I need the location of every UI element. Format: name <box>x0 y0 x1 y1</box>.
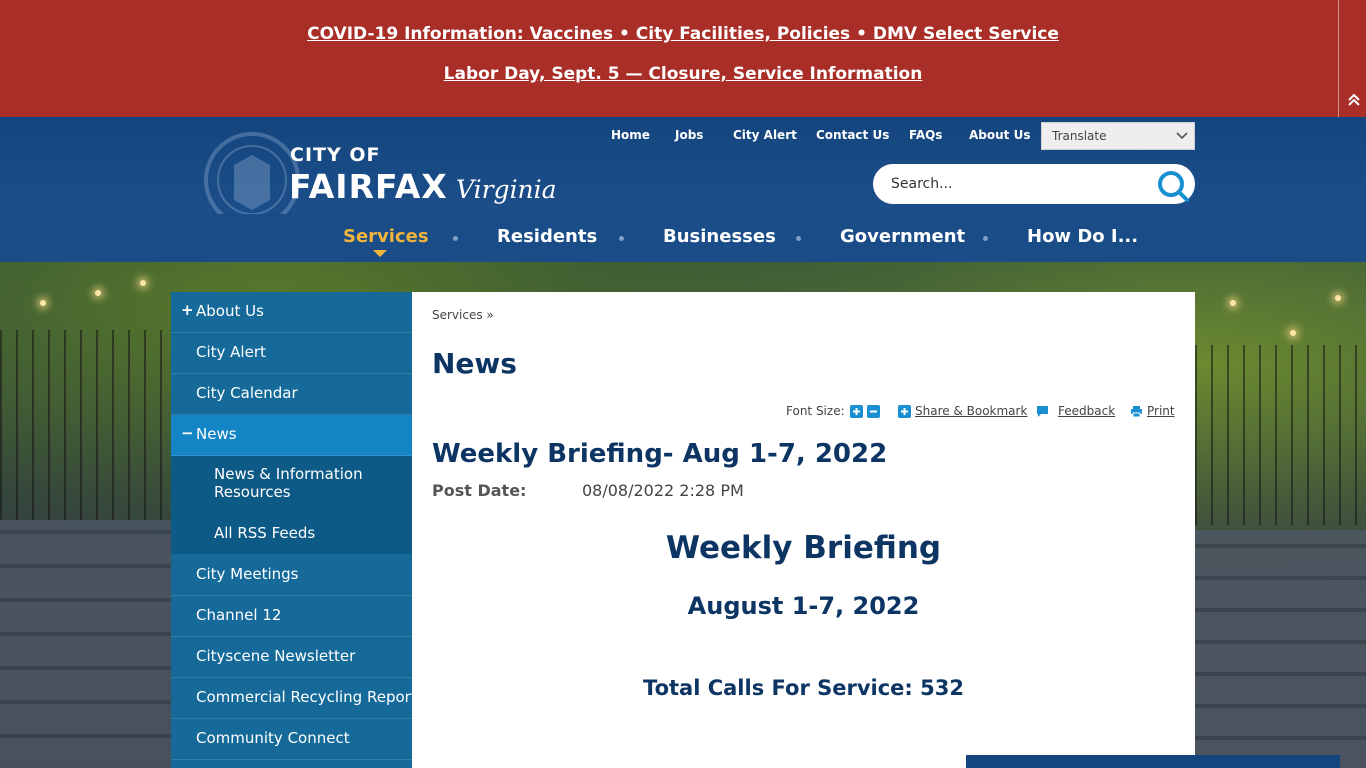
article-title: Weekly Briefing- Aug 1-7, 2022 <box>432 439 888 469</box>
side-nav-city-meetings[interactable]: City Meetings <box>171 555 412 596</box>
feedback-link[interactable]: Feedback <box>1058 404 1115 418</box>
side-nav-label: City Meetings <box>196 565 299 583</box>
side-nav-label: About Us <box>196 302 264 320</box>
share-plus-icon <box>898 405 911 418</box>
main-nav: Services Residents Businesses Government… <box>0 214 1366 262</box>
side-nav-city-alert[interactable]: City Alert <box>171 333 412 374</box>
double-chevron-up-icon <box>1348 93 1360 106</box>
print-link[interactable]: Print <box>1147 404 1175 418</box>
background-fence <box>0 330 171 520</box>
search-input[interactable] <box>891 174 1141 194</box>
side-nav: + About Us City Alert City Calendar − Ne… <box>171 292 417 768</box>
side-nav-sub-label-line2: Resources <box>214 483 291 501</box>
post-date-label: Post Date: <box>432 481 527 500</box>
string-light <box>1230 300 1236 306</box>
side-nav-all-rss-feeds[interactable]: All RSS Feeds <box>171 514 412 554</box>
side-nav-news[interactable]: − News <box>171 415 412 456</box>
page-title: News <box>432 347 517 380</box>
logo-virginia[interactable]: Virginia <box>456 175 557 204</box>
side-nav-news-info-resources[interactable]: News & Information Resources <box>171 456 412 514</box>
side-nav-label: Community Connect <box>196 729 350 747</box>
feedback-icon <box>1037 406 1048 417</box>
search-box <box>873 164 1195 204</box>
side-nav-channel-12[interactable]: Channel 12 <box>171 596 412 637</box>
background-stone-wall <box>1195 530 1366 768</box>
share-bookmark-link[interactable]: Share & Bookmark <box>915 404 1027 418</box>
main-nav-residents[interactable]: Residents <box>497 226 597 247</box>
side-nav-about-us[interactable]: + About Us <box>171 292 412 333</box>
top-nav-faqs[interactable]: FAQs <box>909 128 942 142</box>
alert-banner: COVID-19 Information: Vaccines • City Fa… <box>0 0 1366 117</box>
briefing-heading: Weekly Briefing <box>665 530 942 566</box>
nav-separator <box>453 236 458 241</box>
nav-separator <box>983 236 988 241</box>
string-light <box>1290 330 1296 336</box>
side-nav-label: Commercial Recycling Report <box>196 688 417 706</box>
logo-city-of[interactable]: CITY OF <box>290 144 380 166</box>
main-nav-businesses[interactable]: Businesses <box>663 226 776 247</box>
top-nav-about-us[interactable]: About Us <box>969 128 1030 142</box>
side-nav-sub-label: All RSS Feeds <box>214 524 316 542</box>
string-light <box>1335 295 1341 301</box>
active-caret-icon <box>373 250 387 257</box>
side-nav-city-calendar[interactable]: City Calendar <box>171 374 412 415</box>
covid-info-link[interactable]: COVID-19 Information: Vaccines • City Fa… <box>0 24 1366 44</box>
nav-separator <box>619 236 624 241</box>
nav-separator <box>796 236 801 241</box>
briefing-dates: August 1-7, 2022 <box>687 592 920 620</box>
side-nav-community-connect[interactable]: Community Connect <box>171 719 412 760</box>
translate-label: Translate <box>1052 129 1107 143</box>
side-nav-cityscene-newsletter[interactable]: Cityscene Newsletter <box>171 637 412 678</box>
string-light <box>40 300 46 306</box>
main-content: Services » News Font Size: Share & Bookm… <box>412 292 1195 768</box>
translate-select[interactable]: Translate <box>1041 122 1195 150</box>
chevron-down-icon <box>1176 132 1188 140</box>
background-fence <box>1195 345 1366 525</box>
bottom-widget-tab[interactable] <box>966 755 1340 768</box>
main-nav-how-do-i[interactable]: How Do I... <box>1027 226 1138 247</box>
side-nav-sub-label-line1: News & Information <box>214 465 363 483</box>
site-header: CITY OF FAIRFAX Virginia Home Jobs City … <box>0 117 1366 228</box>
string-light <box>95 290 101 296</box>
expand-plus-icon: + <box>181 301 194 319</box>
font-increase-icon[interactable] <box>850 405 863 418</box>
side-nav-label: Channel 12 <box>196 606 282 624</box>
side-nav-label: News <box>196 425 237 443</box>
main-nav-government[interactable]: Government <box>840 226 965 247</box>
font-size-label: Font Size: <box>786 404 845 418</box>
main-nav-services[interactable]: Services <box>343 226 429 247</box>
font-decrease-icon[interactable] <box>867 405 880 418</box>
string-light <box>140 280 146 286</box>
top-nav-contact-us[interactable]: Contact Us <box>816 128 889 142</box>
side-nav-commercial-recycling[interactable]: Commercial Recycling Report <box>171 678 417 719</box>
search-icon[interactable] <box>1155 168 1191 204</box>
side-nav-label: City Alert <box>196 343 266 361</box>
total-calls: Total Calls For Service: 532 <box>643 676 964 700</box>
print-icon <box>1131 406 1142 418</box>
top-nav-city-alert[interactable]: City Alert <box>733 128 797 142</box>
labor-day-link[interactable]: Labor Day, Sept. 5 — Closure, Service In… <box>0 64 1366 84</box>
side-nav-label: City Calendar <box>196 384 298 402</box>
top-nav-home[interactable]: Home <box>611 128 650 142</box>
side-nav-label: Cityscene Newsletter <box>196 647 356 665</box>
post-date-value: 08/08/2022 2:28 PM <box>582 481 744 500</box>
collapse-minus-icon: − <box>181 424 194 442</box>
breadcrumb[interactable]: Services » <box>432 308 494 322</box>
alert-collapse-button[interactable] <box>1338 0 1366 117</box>
background-stone-wall <box>0 520 171 768</box>
top-nav-jobs[interactable]: Jobs <box>675 128 703 142</box>
logo-fairfax[interactable]: FAIRFAX <box>289 167 448 206</box>
